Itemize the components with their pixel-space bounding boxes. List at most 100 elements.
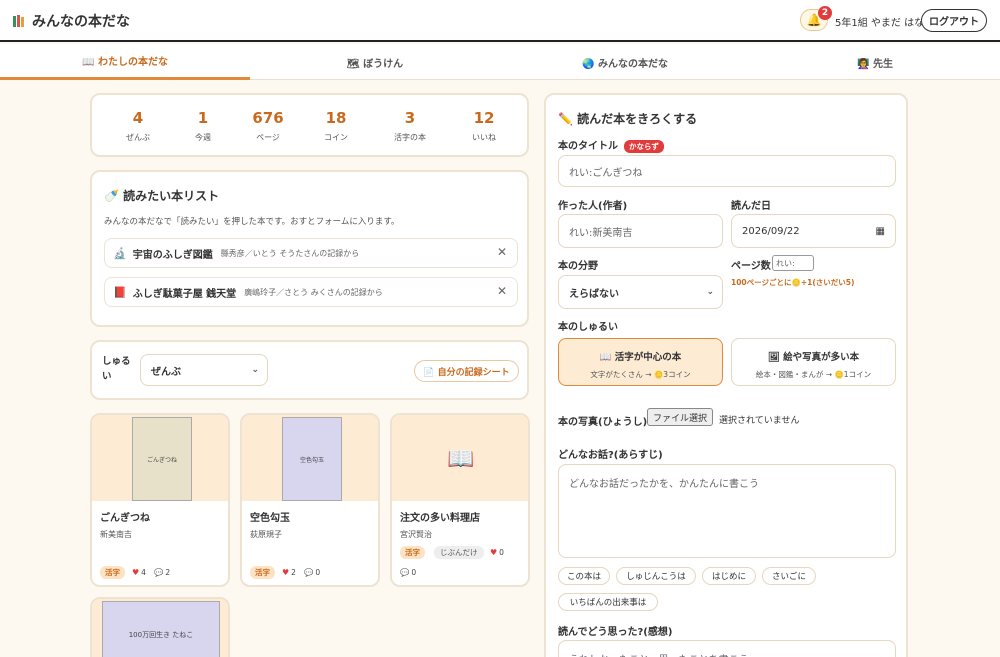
wishlist-description: みんなの本だなで「読みたい」を押した本です。おすとフォームに入ります。 — [104, 217, 400, 227]
likes-count: ♥ 2 — [282, 568, 296, 577]
stat-likes: 12 いいね — [472, 109, 496, 142]
stat-week: 1 今週 — [195, 109, 211, 142]
book-cover: ごんぎつね — [132, 417, 192, 501]
book-icon: 📕 — [113, 285, 127, 299]
tab-everyone-shelf[interactable]: 🌏 みんなの本だな — [500, 44, 750, 80]
genre-label: 本の分野 — [558, 261, 598, 272]
likes-count: ♥ 4 — [132, 568, 146, 577]
record-form: ✏️ 読んだ本をきろくする 本のタイトル かならず れい:ごんぎつね 作った人(作… — [544, 93, 908, 657]
required-badge: かならず — [624, 139, 664, 153]
book-cover-area: 100万回生き たねこ — [92, 599, 228, 657]
likes-count: ♥ 0 — [490, 548, 504, 557]
wishlist-card: 🍼 読みたい本リスト みんなの本だなで「読みたい」を押した本です。おすとフォーム… — [90, 170, 529, 327]
heart-icon: ♥ — [132, 568, 140, 577]
stat-text-books: 3 活字の本 — [394, 109, 426, 142]
tag-text-book: 活字 — [400, 546, 425, 559]
wishlist-item-title: 宇宙のふしぎ図鑑 — [132, 249, 213, 261]
wishlist-item[interactable]: 🔬 宇宙のふしぎ図鑑 縣秀彦／いとう そうたさんの記録から ✕ — [104, 238, 518, 268]
file-status: 選択されていません — [719, 416, 800, 426]
book-author: 新美南吉 — [100, 530, 132, 539]
wishlist-item-meta: 廣嶋玲子／さとう みくさんの記録から — [244, 287, 383, 297]
header-bar: みんなの本だな 🔔 2 5年1組 やまだ はな ログアウト — [0, 0, 1000, 42]
microscope-icon: 🔬 — [113, 246, 127, 260]
type-option-picture[interactable]: 🖼 絵や写真が多い本 絵本・図鑑・まんが → 🪙1コイン — [731, 338, 896, 386]
pages-hint: 100ページごとに🪙+1(さいだい5) — [731, 278, 855, 287]
book-cover: 100万回生き たねこ — [102, 601, 220, 657]
impression-textarea[interactable]: うれしかったこと、思ったことを書こう — [558, 640, 896, 657]
summary-label: どんなお話?(あらすじ) — [558, 450, 663, 461]
book-title: ごんぎつね — [100, 513, 150, 524]
notification-badge: 2 — [818, 6, 832, 20]
prompt-chip[interactable]: この本は — [558, 567, 610, 585]
speech-bubble-icon: 💬 — [304, 568, 314, 577]
chevron-down-icon: ⌄ — [706, 287, 714, 297]
stat-total: 4 ぜんぶ — [126, 109, 150, 142]
heart-icon: ♥ — [490, 548, 498, 557]
comments-count: 💬 0 — [400, 568, 417, 577]
book-author: 宮沢賢治 — [400, 530, 432, 539]
book-cover-area: ごんぎつね — [92, 415, 228, 501]
impression-label: 読んでどう思った?(感想) — [558, 627, 673, 638]
comments-count: 💬 0 — [304, 568, 321, 577]
book-title: 注文の多い料理店 — [400, 513, 480, 524]
main-tabs: 📖 わたしの本だな 🗺 ぼうけん 🌏 みんなの本だな 👩‍🏫 先生 — [0, 44, 1000, 80]
logout-button[interactable]: ログアウト — [921, 9, 987, 32]
read-date-input[interactable]: 2026/09/22 ▦ — [731, 214, 896, 248]
book-card[interactable]: ごんぎつね ごんぎつね 新美南吉 活字 ♥ 4 💬 2 — [90, 413, 230, 587]
book-card[interactable]: 100万回生き たねこ — [90, 597, 230, 657]
wishlist-item-meta: 縣秀彦／いとう そうたさんの記録から — [220, 248, 360, 258]
genre-select[interactable]: えらばない ⌄ — [558, 275, 723, 309]
close-icon[interactable]: ✕ — [497, 245, 507, 259]
open-book-icon: 📖 — [447, 447, 475, 472]
summary-textarea[interactable]: どんなお話だったかを、かんたんに書こう — [558, 464, 896, 558]
tab-teacher[interactable]: 👩‍🏫 先生 — [750, 44, 1000, 80]
speech-bubble-icon: 💬 — [400, 568, 410, 577]
prompt-chip[interactable]: しゅじんこうは — [616, 567, 696, 585]
author-label: 作った人(作者) — [558, 201, 628, 212]
tab-adventure[interactable]: 🗺 ぼうけん — [250, 44, 500, 80]
photo-label: 本の写真(ひょうし) — [558, 417, 648, 428]
stat-pages: 676 ページ — [252, 109, 284, 142]
type-filter-select[interactable]: ぜんぶ ⌄ — [140, 354, 268, 386]
app-title: みんなの本だな — [32, 14, 130, 30]
book-card[interactable]: 📖 注文の多い料理店 宮沢賢治 活字 じぶんだけ ♥ 0 💬 0 — [390, 413, 530, 587]
wishlist-item[interactable]: 📕 ふしぎ駄菓子屋 銭天堂 廣嶋玲子／さとう みくさんの記録から ✕ — [104, 277, 518, 307]
prompt-chip[interactable]: さいごに — [762, 567, 816, 585]
app-logo[interactable]: みんなの本だな — [12, 11, 130, 31]
book-type-label: 本のしゅるい — [558, 322, 618, 333]
stats-card: 4 ぜんぶ 1 今週 676 ページ 18 コイン 3 活字の本 12 いいね — [90, 93, 529, 157]
comments-count: 💬 2 — [154, 568, 171, 577]
read-date-label: 読んだ日 — [731, 201, 771, 212]
tab-my-shelf[interactable]: 📖 わたしの本だな — [0, 44, 250, 80]
chevron-down-icon: ⌄ — [251, 365, 259, 375]
pages-input[interactable]: れい: — [772, 255, 814, 271]
book-title: 空色勾玉 — [250, 513, 290, 524]
speech-bubble-icon: 💬 — [154, 568, 164, 577]
books-icon — [13, 15, 24, 27]
book-title-label: 本のタイトル かならず — [558, 137, 664, 153]
book-author: 荻原規子 — [250, 530, 282, 539]
book-card[interactable]: 空色勾玉 空色勾玉 荻原規子 活字 ♥ 2 💬 0 — [240, 413, 380, 587]
book-cover-area: 📖 — [392, 415, 528, 501]
heart-icon: ♥ — [282, 568, 290, 577]
type-option-text[interactable]: 📖 活字が中心の本 文字がたくさん → 🪙3コイン — [558, 338, 723, 386]
book-cover: 空色勾玉 — [282, 417, 342, 501]
wishlist-item-title: ふしぎ駄菓子屋 銭天堂 — [132, 288, 237, 300]
book-cover-area: 空色勾玉 — [242, 415, 378, 501]
tag-text-book: 活字 — [250, 566, 275, 579]
tag-private: じぶんだけ — [434, 546, 484, 559]
form-title: ✏️ 読んだ本をきろくする — [558, 112, 698, 126]
prompt-chip[interactable]: いちばんの出来事は — [558, 593, 658, 611]
pages-label: ページ数 — [731, 261, 771, 272]
tag-text-book: 活字 — [100, 566, 125, 579]
file-select-button[interactable]: ファイル選択 — [647, 408, 713, 426]
close-icon[interactable]: ✕ — [497, 284, 507, 298]
author-input[interactable]: れい:新美南吉 — [558, 214, 723, 248]
filter-card: しゅるい ぜんぶ ⌄ 📄 自分の記録シート — [90, 340, 529, 400]
book-title-input[interactable]: れい:ごんぎつね — [558, 155, 896, 187]
wishlist-title: 🍼 読みたい本リスト — [104, 189, 220, 203]
record-sheet-button[interactable]: 📄 自分の記録シート — [414, 360, 519, 382]
calendar-icon[interactable]: ▦ — [876, 226, 885, 237]
prompt-chip[interactable]: はじめに — [702, 567, 756, 585]
filter-label: しゅるい — [102, 356, 131, 382]
